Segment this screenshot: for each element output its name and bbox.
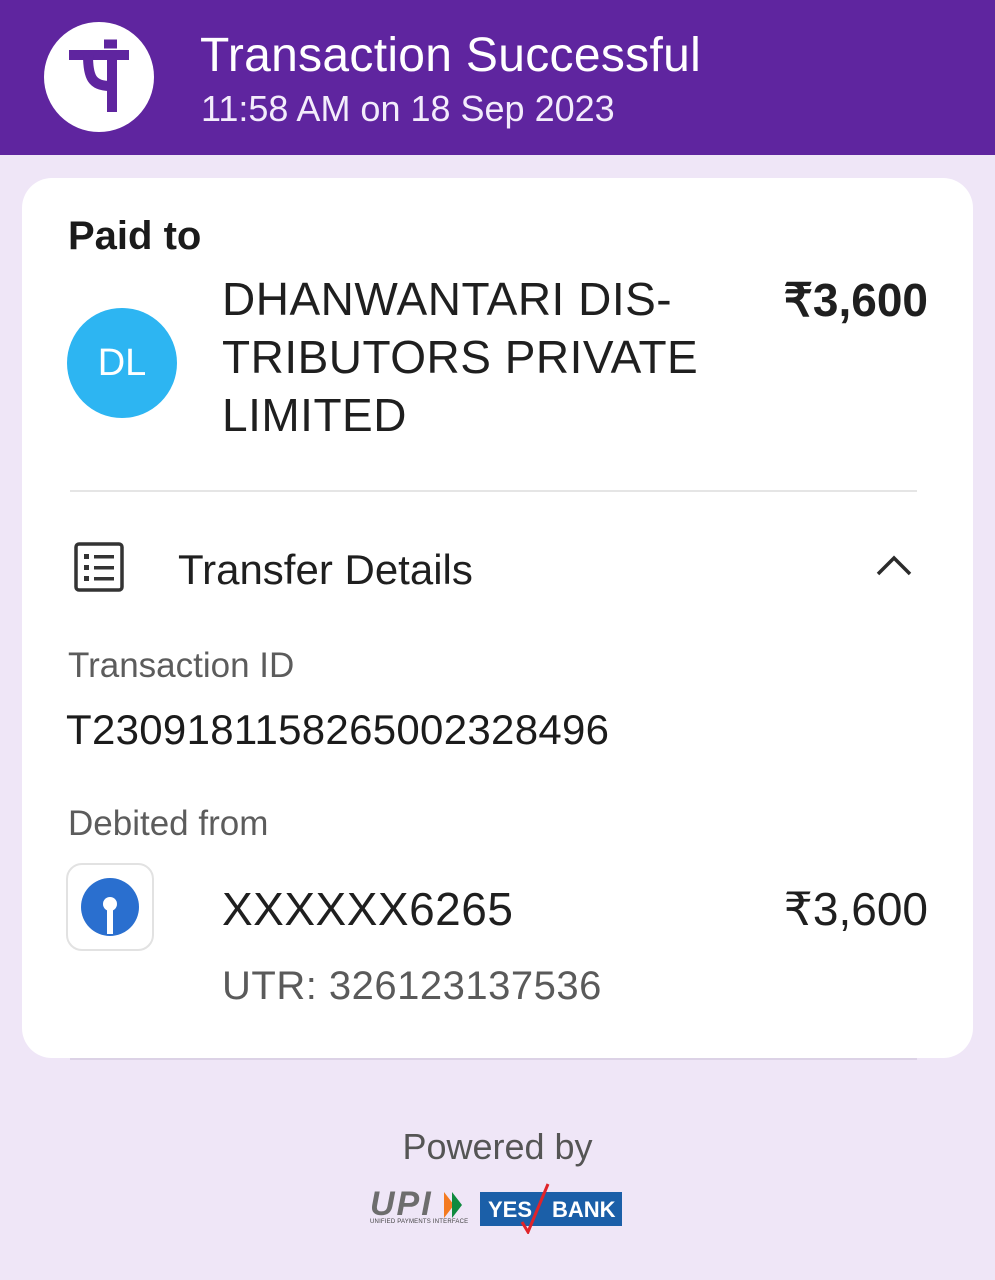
payee-name: DHANWANTARI DIS-TRIBUTORS PRIVATE LIMITE… — [222, 273, 699, 441]
receipt-list-icon — [74, 542, 126, 599]
sbi-logo-icon — [66, 863, 154, 951]
transaction-datetime: 11:58 AM on 18 Sep 2023 — [201, 88, 615, 129]
paid-amount: ₹3,600 — [783, 274, 928, 326]
phonepe-logo-icon — [44, 22, 154, 132]
divider — [70, 1058, 917, 1060]
chevron-up-icon[interactable] — [874, 550, 914, 585]
paid-to-label: Paid to — [68, 214, 202, 258]
account-number: XXXXXX6265 — [222, 883, 514, 935]
debited-from-label: Debited from — [68, 804, 269, 843]
yes-bank-slash-icon — [520, 1183, 550, 1234]
utr-number: UTR: 326123137536 — [222, 964, 602, 1008]
debited-amount: ₹3,600 — [783, 883, 928, 935]
transaction-id-value: T2309181158265002328496 — [66, 706, 610, 753]
upi-arrow-icon — [444, 1192, 462, 1218]
powered-by-label: Powered by — [402, 1126, 593, 1167]
transaction-card: Paid to DL DHANWANTARI DIS-TRIBUTORS PRI… — [22, 178, 973, 1058]
page-title: Transaction Successful — [200, 29, 702, 82]
yes-bank-logo-bank: BANK — [552, 1197, 616, 1222]
yes-bank-logo: YES BANK — [480, 1183, 622, 1234]
transfer-details-toggle[interactable]: Transfer Details — [178, 546, 473, 594]
divider — [70, 490, 917, 492]
status-header: Transaction Successful 11:58 AM on 18 Se… — [0, 0, 995, 155]
transaction-id-label: Transaction ID — [68, 646, 295, 685]
avatar: DL — [67, 308, 177, 418]
